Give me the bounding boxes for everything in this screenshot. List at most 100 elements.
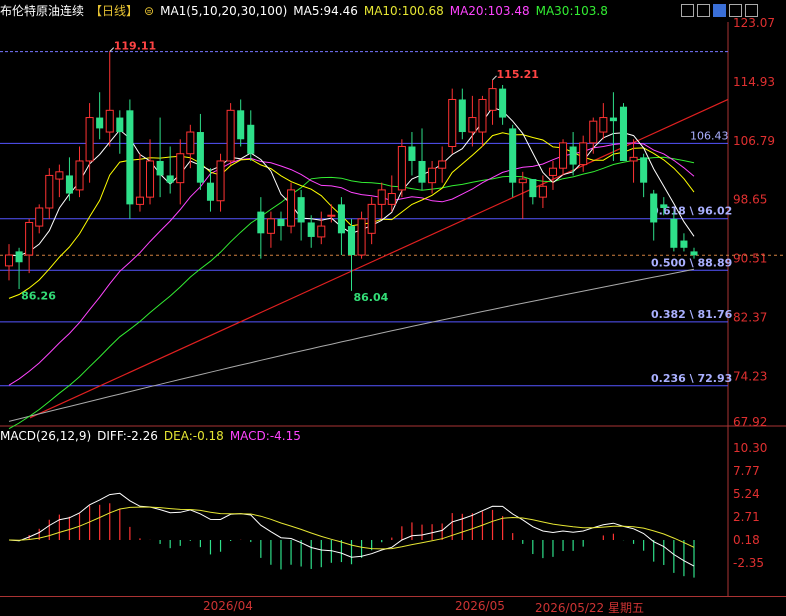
- candle-body: [35, 207, 44, 227]
- y-tick-label: 74.23: [733, 369, 767, 383]
- level-label: 106.43: [690, 129, 729, 142]
- candle-body: [85, 117, 94, 162]
- candle-body: [75, 160, 84, 191]
- candle-body: [690, 251, 698, 256]
- candle-body: [277, 218, 285, 227]
- candle-body: [266, 218, 275, 234]
- candle-body: [468, 117, 477, 133]
- candle-body: [4, 254, 14, 267]
- candle-body: [418, 160, 426, 183]
- price-annotation: 86.26: [21, 289, 56, 302]
- candle-body: [640, 157, 648, 183]
- macd-value-label: MACD:-4.15: [229, 429, 301, 443]
- candle-body: [146, 160, 155, 198]
- zoom-out-icon[interactable]: [697, 4, 710, 17]
- candle-body: [96, 117, 104, 129]
- macd-y-tick-label: 2.71: [733, 510, 760, 524]
- ma20-label: MA20:103.48: [449, 4, 530, 18]
- candle-body: [257, 211, 265, 234]
- macd-y-tick-label: 0.18: [733, 533, 760, 547]
- x-label-may: 2026/05: [455, 599, 505, 613]
- dea-label: DEA:-0.18: [163, 429, 224, 443]
- settings-icon[interactable]: ⊜: [144, 4, 154, 18]
- x-axis: 2026/04 2026/05 2026/05/22 星期五: [0, 596, 786, 615]
- candle-body: [357, 218, 366, 256]
- x-label-current-date: 2026/05/22 星期五: [535, 601, 644, 615]
- chart-header: 布伦特原油连续 【日线】 ⊜ MA1(5,10,20,30,100) MA5:94.46…: [0, 0, 786, 22]
- y-tick-label: 82.37: [733, 310, 767, 324]
- candle-body: [518, 178, 527, 184]
- candle-body: [387, 193, 396, 205]
- candle-body: [478, 98, 487, 133]
- macd-params-label: MACD(26,12,9): [0, 429, 92, 443]
- candle-body: [458, 99, 466, 133]
- candle-body: [337, 204, 345, 234]
- candle-body: [65, 175, 73, 194]
- candle-body: [226, 109, 235, 162]
- price-annotation: 119.11: [114, 40, 156, 53]
- candle-body: [599, 117, 608, 133]
- ma30-line: [8, 156, 695, 430]
- candle-body: [317, 225, 326, 238]
- fib-label: 0.382 \ 81.76: [651, 308, 733, 321]
- candle-body: [247, 124, 255, 154]
- candle-body: [377, 189, 386, 205]
- macd-y-tick-label: -2.35: [733, 556, 764, 570]
- add-icon[interactable]: [729, 4, 742, 17]
- candle-body: [45, 174, 54, 209]
- candle-body: [166, 175, 174, 183]
- candle-body: [538, 185, 547, 198]
- candle-body: [509, 128, 517, 183]
- zoom-in-icon[interactable]: [681, 4, 694, 17]
- candle-body: [297, 197, 305, 223]
- x-label-apr: 2026/04: [203, 599, 253, 613]
- candle-body: [135, 196, 144, 205]
- candle-body: [397, 145, 406, 191]
- candle-body: [216, 160, 225, 202]
- candle-body: [126, 110, 134, 205]
- candle-body: [579, 142, 588, 166]
- ma-params-label: MA1(5,10,20,30,100): [160, 4, 288, 18]
- candle-body: [629, 156, 638, 162]
- ma30-label: MA30:103.8: [535, 4, 608, 18]
- candle-body: [589, 120, 598, 144]
- ma10-label: MA10:100.68: [363, 4, 444, 18]
- candle-body: [499, 88, 507, 118]
- candle-body: [650, 193, 658, 223]
- macd-header: MACD(26,12,9) DIFF:-2.26 DEA:-0.18 MACD:-4.…: [0, 427, 700, 445]
- candle-body: [176, 153, 185, 184]
- candle-body: [347, 226, 356, 256]
- candle-body: [438, 160, 447, 169]
- candle-body: [559, 142, 568, 169]
- candle-body: [428, 167, 437, 184]
- kline-chart[interactable]: 123.07114.93106.7998.6590.5182.3774.2367…: [0, 0, 786, 613]
- close-icon[interactable]: [745, 4, 758, 17]
- candle-body: [196, 132, 204, 183]
- y-tick-label: 114.93: [733, 75, 775, 89]
- candle-body: [660, 204, 668, 208]
- candle-body: [307, 222, 315, 237]
- y-tick-label: 67.92: [733, 415, 767, 429]
- macd-y-tick-label: 5.24: [733, 487, 760, 501]
- fib-label: 0.500 \ 88.89: [651, 256, 732, 269]
- y-tick-label: 90.51: [733, 252, 767, 266]
- candle-body: [569, 146, 577, 165]
- diff-label: DIFF:-2.26: [97, 429, 158, 443]
- candle-body: [448, 98, 457, 147]
- candle-body: [287, 189, 296, 227]
- period-label[interactable]: 【日线】: [90, 4, 138, 18]
- candle-body: [55, 171, 64, 180]
- candle-body: [529, 179, 537, 198]
- ma5-label: MA5:94.46: [293, 4, 358, 18]
- price-annotation: 115.21: [497, 68, 539, 81]
- expand-icon[interactable]: [713, 4, 726, 17]
- macd-y-tick-label: 10.30: [733, 441, 767, 455]
- candle-body: [367, 203, 376, 234]
- candle-body: [670, 218, 678, 248]
- candle-body: [206, 182, 214, 201]
- candle-body: [680, 240, 688, 248]
- candle-body: [548, 167, 557, 176]
- candle-body: [237, 110, 245, 140]
- candle-body: [488, 88, 497, 111]
- candle-body: [15, 251, 23, 263]
